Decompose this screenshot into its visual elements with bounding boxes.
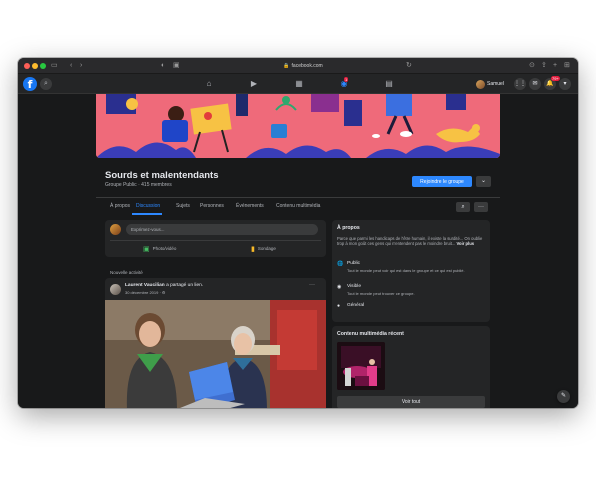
category-title: Général (347, 303, 365, 308)
share-icon[interactable]: ⇪ (541, 62, 547, 70)
media-thumbnail-image (337, 342, 385, 390)
composer-card: Exprimez-vous... ▣ Photo/vidéo ▮ Sondage (105, 220, 326, 257)
photo-video-label: Photo/vidéo (152, 246, 177, 251)
group-meta: Groupe Public · 415 membres (105, 182, 172, 188)
lock-icon: 🔒 (283, 63, 290, 69)
join-group-label: Rejoindre le groupe (420, 178, 464, 185)
browser-window: ▭ ‹ › ◐ ▣ 🔒 facebook.com ↻ ⊙ ⇪ + ⊞ f ⌕ ⌂… (18, 58, 578, 408)
media-thumbnail[interactable] (337, 342, 385, 390)
close-window-button[interactable] (24, 63, 30, 69)
post-date[interactable]: 30 décembre 2019 · ⚙ (125, 290, 166, 295)
tab-topics[interactable]: Sujets (176, 203, 190, 209)
forward-icon[interactable]: › (80, 62, 82, 70)
sidebar-toggle-icon[interactable]: ▭ (51, 62, 58, 70)
profile-chip[interactable]: Samuel (476, 78, 504, 90)
poll-icon: ▮ (251, 245, 255, 253)
about-card: À propos Parce que parmi les handicaps d… (332, 220, 490, 322)
account-chevron-icon[interactable]: ▾ (559, 78, 571, 90)
tab-media[interactable]: Contenu multimédia (276, 203, 320, 209)
address-bar[interactable]: 🔒 facebook.com (168, 61, 438, 71)
media-title: Contenu multimédia récent (337, 331, 404, 337)
facebook-logo-icon[interactable]: f (23, 77, 37, 91)
group-name: Sourds et malentendants (105, 170, 219, 181)
privacy-title: Public (347, 261, 361, 266)
join-group-button[interactable]: Rejoindre le groupe (412, 176, 472, 187)
tab-discussion[interactable]: Discussion (136, 203, 160, 209)
reload-icon[interactable]: ↻ (406, 62, 412, 70)
more-icon[interactable]: ··· (474, 202, 488, 212)
visibility-description: Tout le monde peut trouver ce groupe. (347, 291, 415, 296)
home-icon[interactable]: ⌂ (203, 79, 215, 89)
user-name: Samuel (487, 81, 504, 87)
post-photo-image (105, 300, 326, 408)
gaming-icon[interactable]: ▤ (383, 79, 395, 89)
watch-icon[interactable]: ▶ (248, 79, 260, 89)
download-icon[interactable]: ⊙ (529, 62, 535, 70)
post-options-icon[interactable]: ··· (309, 282, 315, 288)
minimize-window-button[interactable] (32, 63, 38, 69)
cover-photo (96, 94, 500, 158)
tab-overview-icon[interactable]: ⊞ (564, 62, 570, 70)
browser-toolbar: ▭ ‹ › ◐ ▣ 🔒 facebook.com ↻ ⊙ ⇪ + ⊞ (18, 58, 578, 74)
new-message-icon[interactable]: ✎ (557, 390, 570, 403)
post-photo[interactable] (105, 300, 326, 408)
section-heading: Nouvelle activité (110, 270, 143, 275)
about-title: À propos (337, 225, 360, 231)
notifications-badge: 79+ (551, 76, 560, 81)
people-icon: ● (337, 303, 341, 309)
privacy-description: Tout le monde peut voir qui est dans le … (347, 268, 465, 273)
photo-video-button[interactable]: ▣ Photo/vidéo (143, 244, 176, 253)
composer-input[interactable]: Exprimez-vous... (126, 224, 318, 235)
visibility-title: Visible (347, 284, 362, 289)
divider (110, 240, 321, 241)
media-card: Contenu multimédia récent Voir tout (332, 326, 490, 408)
about-description: Parce que parmi les handicaps de l'être … (337, 236, 485, 247)
post-card: Laurent Vaucilian a partagé un lien. 30 … (105, 278, 326, 408)
post-action: a partagé un lien. (166, 283, 204, 288)
page-content: Sourds et malentendants Groupe Public · … (18, 94, 578, 408)
facebook-navbar: f ⌕ ⌂ ▶ ▦ ◉ 1 ▤ Samuel ⋮⋮ ✉ 🔔 79+ ▾ (18, 74, 578, 94)
cover-illustration (96, 94, 500, 158)
post-author[interactable]: Laurent Vaucilian (125, 283, 165, 288)
avatar[interactable] (110, 284, 121, 295)
avatar (110, 224, 121, 235)
more-options-button[interactable]: ⌄ (476, 176, 491, 187)
search-icon[interactable]: ⌕ (40, 78, 52, 90)
eye-icon: ◉ (337, 284, 342, 290)
tab-events[interactable]: Événements (236, 203, 264, 209)
avatar (476, 79, 485, 89)
url-text: facebook.com (291, 63, 323, 69)
photo-icon: ▣ (143, 245, 150, 253)
globe-icon: 🌐 (337, 261, 344, 267)
post-header: Laurent Vaucilian a partagé un lien. (125, 283, 203, 288)
poll-label: Sondage (257, 246, 276, 251)
poll-button[interactable]: ▮ Sondage (251, 244, 276, 253)
maximize-window-button[interactable] (40, 63, 46, 69)
active-tab-indicator (132, 213, 162, 215)
shield-icon[interactable]: ◐ (161, 62, 165, 70)
marketplace-icon[interactable]: ▦ (293, 79, 305, 89)
see-more-link[interactable]: Voir plus (457, 241, 475, 246)
back-icon[interactable]: ‹ (70, 62, 72, 70)
group-tabs: À propos Discussion Sujets Personnes Évé… (96, 197, 500, 215)
menu-grid-icon[interactable]: ⋮⋮ (514, 78, 526, 90)
messenger-icon[interactable]: ✉ (529, 78, 541, 90)
search-icon[interactable]: ⌕ (456, 202, 470, 212)
tab-people[interactable]: Personnes (200, 203, 224, 209)
new-tab-icon[interactable]: + (553, 62, 557, 70)
tab-about[interactable]: À propos (110, 203, 130, 209)
see-all-button[interactable]: Voir tout (337, 396, 485, 408)
